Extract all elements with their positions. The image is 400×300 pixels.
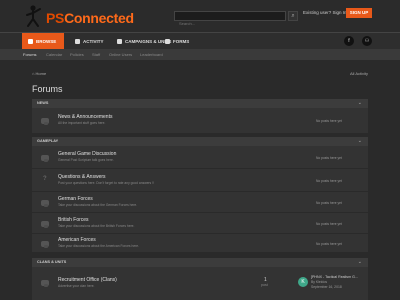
category-title: News: [37, 101, 49, 105]
forum-latest: No posts here yet: [316, 222, 342, 226]
all-activity-link[interactable]: All Activity: [350, 71, 368, 76]
forum-chat-icon: [41, 221, 49, 228]
category-title: Clans & Units: [37, 260, 67, 264]
category-header-clans[interactable]: Clans & Units ⌄: [32, 258, 368, 267]
forum-latest: No posts here yet: [316, 156, 342, 160]
search-field[interactable]: [174, 11, 286, 28]
forum-chat-icon: [41, 200, 49, 207]
sign-in-link[interactable]: Existing user? Sign In ▾: [303, 10, 350, 16]
forum-description: Post your questions here. Don't forget t…: [58, 181, 154, 185]
forum-description: General Post Scriptum talk goes here.: [58, 158, 114, 162]
forum-row[interactable]: American Forces Take your discussions ab…: [32, 234, 368, 253]
soldier-logo-icon[interactable]: [24, 4, 44, 30]
facebook-icon[interactable]: f: [344, 36, 354, 46]
tab-activity[interactable]: Activity: [70, 33, 110, 50]
forum-row[interactable]: ? Questions & Answers Post your question…: [32, 169, 368, 192]
site-header: PSConnected ⌕ Existing user? Sign In ▾ S…: [0, 0, 400, 32]
subnav-online-users[interactable]: Online Users: [109, 49, 132, 60]
forum-latest: No posts here yet: [316, 179, 342, 183]
tab-forms[interactable]: Forms: [160, 33, 190, 50]
campaigns-icon: [117, 39, 122, 45]
post-count-label: post: [261, 283, 268, 287]
subnav-calendar[interactable]: Calendar: [46, 49, 62, 60]
latest-topic-link[interactable]: [PHNX - Tactical Realism G...: [311, 275, 358, 279]
forum-description: Take your discussions about the British …: [58, 224, 135, 228]
forum-chat-icon: [41, 118, 49, 125]
sign-up-button[interactable]: SIGN UP: [346, 8, 372, 18]
forum-description: All the important stuff goes here.: [58, 121, 106, 125]
forum-title[interactable]: American Forces: [58, 237, 96, 243]
forum-row[interactable]: German Forces Take your discussions abou…: [32, 192, 368, 213]
subnav-policies[interactable]: Policies: [70, 49, 84, 60]
subnav-forums[interactable]: Forums: [23, 49, 37, 60]
forum-title[interactable]: Questions & Answers: [58, 174, 106, 180]
forum-latest: No posts here yet: [316, 119, 342, 123]
forum-description: Take your discussions about the American…: [58, 244, 139, 248]
tab-browse[interactable]: Browse: [22, 33, 64, 50]
activity-icon: [75, 39, 80, 45]
page-title: Forums: [32, 84, 63, 94]
chevron-down-icon[interactable]: ⌄: [358, 138, 362, 144]
sub-nav: Forums Calendar Policies Staff Online Us…: [0, 49, 400, 60]
main-nav: Browse Activity Campaigns & Units Forms: [0, 32, 400, 50]
forum-latest: No posts here yet: [316, 201, 342, 205]
latest-date: September 16, 2018: [311, 285, 342, 289]
avatar[interactable]: K: [298, 277, 308, 287]
forum-title[interactable]: News & Announcements: [58, 114, 112, 120]
forum-title[interactable]: Recruitment Office (Clans): [58, 277, 117, 283]
subnav-leaderboard[interactable]: Leaderboard: [140, 49, 163, 60]
search-icon[interactable]: ⌕: [288, 11, 298, 21]
forum-title[interactable]: British Forces: [58, 217, 89, 223]
forum-row[interactable]: British Forces Take your discussions abo…: [32, 213, 368, 234]
chevron-down-icon[interactable]: ⌄: [358, 100, 362, 106]
steam-icon[interactable]: ⚇: [362, 36, 372, 46]
forum-row[interactable]: General Game Discussion General Post Scr…: [32, 146, 368, 169]
forms-icon: [165, 39, 170, 45]
forum-chat-icon: [41, 280, 49, 287]
category-header-gameplay[interactable]: Gameplay ⌄: [32, 137, 368, 146]
category-header-news[interactable]: News ⌄: [32, 99, 368, 108]
category-title: Gameplay: [37, 139, 59, 143]
forum-title[interactable]: General Game Discussion: [58, 151, 116, 157]
subnav-staff[interactable]: Staff: [92, 49, 100, 60]
site-logo[interactable]: PSConnected: [46, 10, 134, 26]
forum-latest: No posts here yet: [316, 242, 342, 246]
forum-title[interactable]: German Forces: [58, 196, 93, 202]
breadcrumb-home[interactable]: ⌂ Home: [32, 71, 46, 76]
forum-description: Take your discussions about the German F…: [58, 203, 138, 207]
latest-author[interactable]: By Kleidos: [311, 280, 327, 284]
forum-chat-icon: [41, 241, 49, 248]
breadcrumb: ⌂ Home All Activity: [32, 71, 368, 79]
question-icon: ?: [43, 176, 47, 182]
forum-row[interactable]: News & Announcements All the important s…: [32, 108, 368, 134]
chevron-down-icon[interactable]: ⌄: [358, 259, 362, 265]
search-input[interactable]: [175, 19, 285, 28]
forum-chat-icon: [41, 155, 49, 162]
browse-icon: [28, 39, 33, 45]
forum-description: Advertise your clan here.: [58, 284, 95, 288]
